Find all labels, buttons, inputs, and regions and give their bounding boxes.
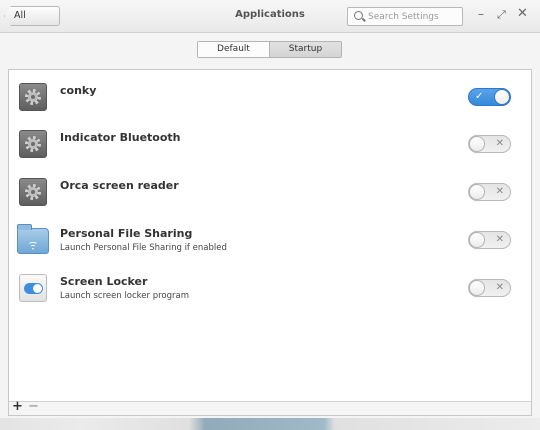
toggle-mark: ✓ [475,91,484,102]
toggle-knob [469,232,485,248]
app-name: Indicator Bluetooth [60,131,181,144]
app-description: Launch Personal File Sharing if enabled [60,243,227,253]
close-button[interactable]: ✕ [517,7,528,21]
app-description: Launch screen locker program [60,291,190,301]
add-button[interactable]: + [12,400,23,414]
app-name: Orca screen reader [60,179,179,192]
app-name: Screen Locker [60,275,148,288]
enable-toggle[interactable]: ✓ [468,88,511,106]
list-item[interactable]: Indicator Bluetooth ✕ [9,117,531,161]
enable-toggle[interactable]: ✕ [468,279,511,297]
gear-icon [19,130,47,158]
search-box[interactable] [347,7,463,26]
background-desktop-strip [0,418,540,430]
header-bar: All Settings Applications – ⤢ ✕ [0,0,540,33]
tab-startup[interactable]: Startup [270,42,341,57]
view-switcher: Default Startup [197,41,342,58]
list-item[interactable]: conky ✓ [9,70,531,114]
app-name: Personal File Sharing [60,227,193,240]
search-input[interactable] [368,9,460,24]
shared-folder-icon [17,224,49,254]
tab-default[interactable]: Default [198,42,270,57]
toggle-knob [469,184,485,200]
enable-toggle[interactable]: ✕ [468,135,511,153]
toggle-knob [469,136,485,152]
toggle-mark: ✕ [495,186,504,197]
app-name: conky [60,84,97,97]
search-icon [354,11,363,20]
enable-toggle[interactable]: ✕ [468,231,511,249]
toggle-mark: ✕ [495,282,504,293]
screen-locker-icon [19,274,47,302]
list-item[interactable]: Personal File Sharing Launch Personal Fi… [9,213,531,257]
toggle-mark: ✕ [495,138,504,149]
startup-app-list: conky ✓ Indicator Bluetooth ✕ Orca scree… [8,69,532,416]
toggle-knob [494,89,510,105]
enable-toggle[interactable]: ✕ [468,183,511,201]
remove-button[interactable]: − [28,400,39,414]
list-toolbar: + − [9,400,531,415]
gear-icon [19,178,47,206]
list-item[interactable]: Screen Locker Launch screen locker progr… [9,261,531,305]
list-item[interactable]: Orca screen reader ✕ [9,165,531,209]
maximize-button[interactable]: ⤢ [497,8,506,22]
minimize-button[interactable]: – [478,7,484,21]
toggle-knob [469,280,485,296]
toggle-mark: ✕ [495,234,504,245]
gear-icon [19,83,47,111]
